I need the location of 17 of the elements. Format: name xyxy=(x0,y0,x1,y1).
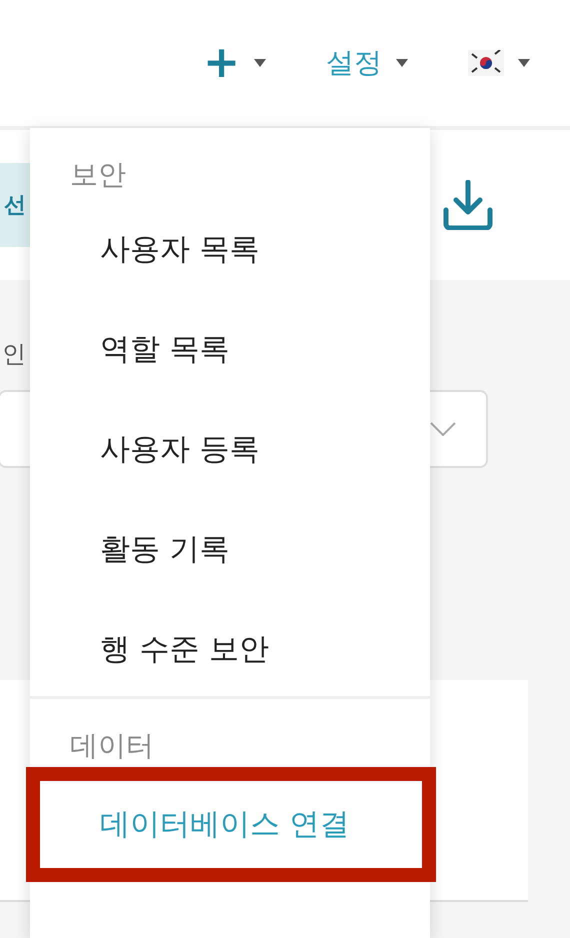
menu-item[interactable]: 사용자 등록 xyxy=(30,400,430,500)
caret-icon xyxy=(518,59,530,67)
download-icon[interactable] xyxy=(442,180,494,230)
flag-icon xyxy=(468,50,504,76)
toolbar-button[interactable]: 선 xyxy=(0,163,30,247)
menu-item[interactable]: 역할 목록 xyxy=(30,300,430,400)
menu-item[interactable]: 활동 기록 xyxy=(30,500,430,600)
menu-section-title: 데이터 xyxy=(69,728,155,764)
language-button[interactable] xyxy=(468,50,530,76)
menu-section-title: 보안 xyxy=(69,157,127,193)
caret-icon xyxy=(396,59,408,67)
field-label: 인 xyxy=(2,339,27,370)
add-menu-button[interactable]: + xyxy=(203,41,266,85)
chevron-down-icon xyxy=(430,422,456,436)
menu-item[interactable]: 사용자 목록 xyxy=(30,200,430,300)
caret-icon xyxy=(254,59,266,67)
menu-item[interactable]: 행 수준 보안 xyxy=(30,600,430,700)
